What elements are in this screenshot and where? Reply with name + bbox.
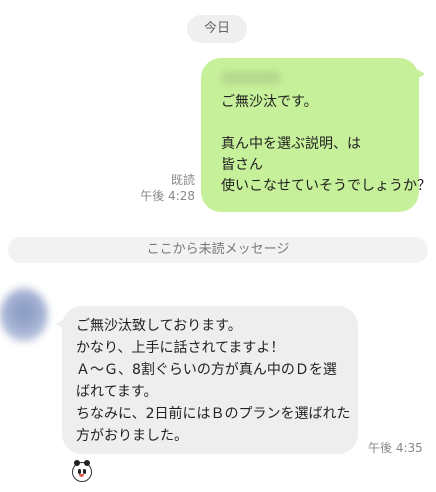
message-line-blank bbox=[221, 113, 405, 134]
outgoing-message-meta: 既読 午後 4:28 bbox=[140, 172, 195, 204]
message-line: 皆さん bbox=[221, 157, 263, 173]
message-line: 使いこなせていそうでしょうか？ bbox=[221, 178, 431, 194]
date-separator: 今日 bbox=[187, 15, 247, 43]
outgoing-message-bubble[interactable]: ご無沙汰です。 真ん中を選ぶ説明、は 皆さん 使いこなせていそうでしょうか？ bbox=[201, 58, 431, 212]
message-line: Ａ～Ｇ、8割ぐらいの方が真ん中のＤを選 bbox=[76, 362, 337, 378]
message-line: ちなみに、2日前にはＢのプランを選ばれた bbox=[76, 406, 351, 422]
read-receipt: 既読 bbox=[170, 173, 195, 187]
sender-name-blurred bbox=[221, 68, 405, 92]
message-timestamp: 午後 4:35 bbox=[368, 441, 423, 455]
message-line: 方がおりました。 bbox=[76, 428, 188, 444]
unread-messages-divider: ここから未読メッセージ bbox=[8, 237, 428, 263]
message-line: ご無沙汰致しております。 bbox=[76, 318, 242, 334]
message-line: かなり、上手に話されてますよ！ bbox=[76, 340, 285, 356]
mouse-face-sticker-icon[interactable] bbox=[72, 460, 92, 482]
message-line: ばれてます。 bbox=[76, 384, 158, 400]
message-line: ご無沙汰です。 bbox=[221, 94, 318, 110]
message-line: 真ん中を選ぶ説明、は bbox=[221, 136, 361, 152]
message-timestamp: 午後 4:28 bbox=[140, 189, 195, 203]
incoming-message-bubble[interactable]: ご無沙汰致しております。 かなり、上手に話されてますよ！ Ａ～Ｇ、8割ぐらいの方… bbox=[56, 306, 358, 454]
avatar[interactable] bbox=[0, 288, 48, 342]
